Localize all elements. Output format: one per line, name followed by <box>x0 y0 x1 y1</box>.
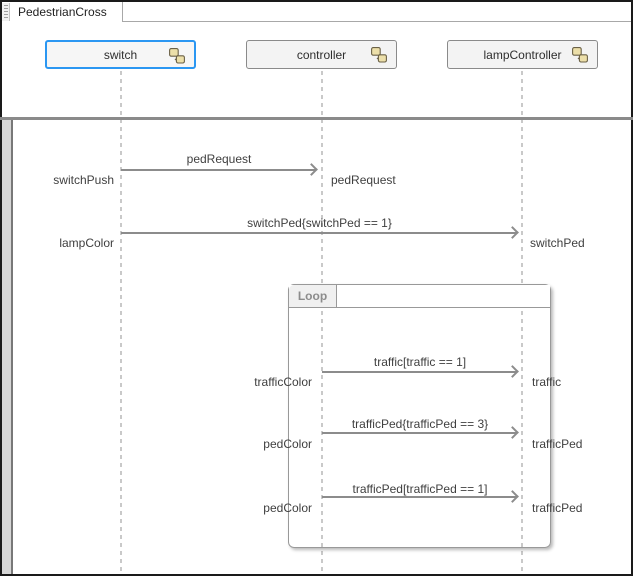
participant-header-controller[interactable]: controller <box>246 40 397 69</box>
subsystem-icon <box>572 47 589 63</box>
message-line[interactable] <box>322 371 517 373</box>
participant-label: controller <box>296 47 347 62</box>
loop-fragment[interactable]: Loop <box>288 284 551 548</box>
message-label[interactable]: switchPed{switchPed == 1} <box>121 216 518 230</box>
subsystem-icon <box>169 48 185 64</box>
participant-header-lampcontroller[interactable]: lampController <box>447 40 598 69</box>
subsystem-icon <box>371 47 387 63</box>
target-event-label: switchPed <box>530 236 585 250</box>
loop-operator-label: Loop <box>289 285 337 307</box>
source-event-label: switchPush <box>53 173 114 187</box>
participant-header-switch[interactable]: switch <box>45 40 196 69</box>
source-event-label: pedColor <box>263 501 312 515</box>
participant-label: switch <box>103 47 138 62</box>
tabbar-divider <box>123 21 631 22</box>
message-line[interactable] <box>121 232 517 234</box>
source-event-label: pedColor <box>263 437 312 451</box>
message-line[interactable] <box>322 496 517 498</box>
sequence-viewer-window: PedestrianCross switch controller lampCo… <box>0 0 633 576</box>
panel-grip-handle[interactable] <box>2 3 10 21</box>
target-event-label: pedRequest <box>331 173 396 187</box>
message-line[interactable] <box>322 432 517 434</box>
tab-pedestriancross[interactable]: PedestrianCross <box>11 2 123 22</box>
message-line[interactable] <box>121 169 316 171</box>
message-label[interactable]: trafficPed[trafficPed == 1] <box>322 482 518 496</box>
source-event-label: lampColor <box>59 236 114 250</box>
lifeline-switch[interactable] <box>120 71 122 574</box>
message-label[interactable]: traffic[traffic == 1] <box>322 355 518 369</box>
tab-label: PedestrianCross <box>18 5 107 19</box>
target-event-label: trafficPed <box>532 437 583 451</box>
message-label[interactable]: pedRequest <box>121 152 317 166</box>
header-canvas-separator <box>0 117 633 120</box>
target-event-label: trafficPed <box>532 501 583 515</box>
message-label[interactable]: trafficPed{trafficPed == 3} <box>322 417 518 431</box>
target-event-label: traffic <box>532 375 562 389</box>
source-event-label: trafficColor <box>254 375 312 389</box>
time-ruler-gutter <box>2 120 13 574</box>
participant-label: lampController <box>483 47 562 62</box>
